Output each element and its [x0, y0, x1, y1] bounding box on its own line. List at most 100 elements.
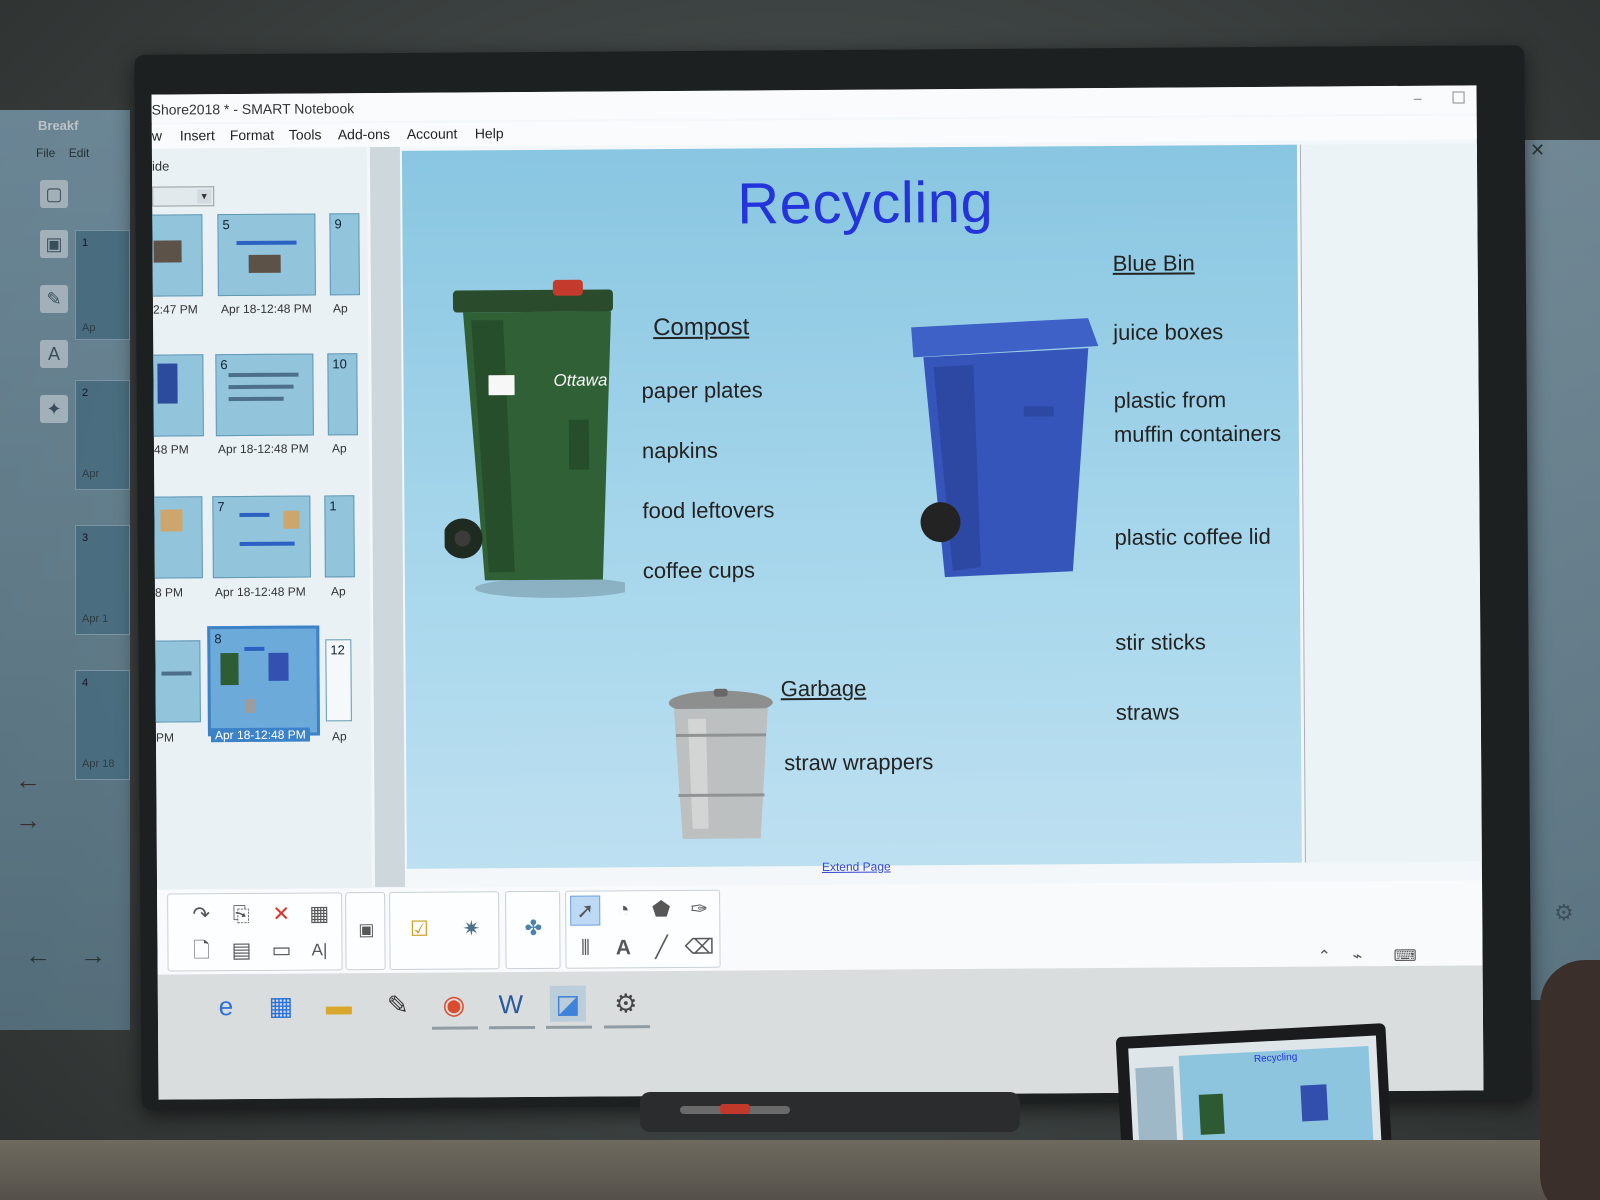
tray-chevron-up-icon[interactable]: ⌃ [1317, 946, 1331, 966]
text-icon[interactable]: A [608, 933, 638, 963]
ghost-menu-edit: Edit [68, 146, 90, 160]
right-pane [1299, 143, 1482, 863]
page-thumbnail-12[interactable]: 12 [325, 639, 352, 722]
eraser-icon[interactable]: ⌫ [684, 933, 715, 963]
explorer-icon[interactable]: ▬ [321, 987, 357, 1023]
thumbnail-date: PM [155, 730, 175, 745]
toolbar-group-addons: ✤ [505, 890, 561, 970]
screen-capture-icon[interactable]: ▣ [351, 915, 381, 945]
ghost-forward-arrow-icon: → [15, 805, 41, 835]
screen-shade-icon[interactable]: ▭ [266, 936, 296, 966]
shapes-icon[interactable]: ◔ [608, 895, 638, 925]
ghost-clip-icon: ✎ [40, 285, 68, 313]
pen-icon[interactable]: ✑ [684, 895, 714, 925]
ghost-page-icon: ▢ [40, 180, 68, 208]
page-thumbnail[interactable] [151, 354, 204, 437]
laptop-slide-title: Recycling [1253, 1051, 1298, 1065]
puzzle-icon[interactable]: ✤ [518, 914, 548, 944]
ghost-window-title: Breakf [38, 118, 79, 133]
smart-ink-icon[interactable]: ✎ [380, 987, 416, 1023]
compost-item: paper plates [641, 377, 763, 404]
ghost-next-arrow-icon: → [80, 940, 106, 970]
thumbnail-date: Apr 18-12:48 PM [214, 584, 306, 600]
menu-tools[interactable]: Tools [289, 126, 322, 142]
thumbnail-date: Ap [330, 584, 346, 599]
page-thumbnail-7[interactable]: 7 [212, 495, 311, 579]
spell-check-icon[interactable]: A| [304, 935, 334, 965]
page-thumbnail-10[interactable]: 10 [327, 353, 358, 436]
redo-icon[interactable]: ↷ [186, 900, 216, 930]
red-marker-cap [720, 1104, 750, 1114]
bin-logo: Ottawa [553, 370, 608, 390]
maximize-button[interactable] [1452, 91, 1465, 104]
sorter-dropdown[interactable]: ▼ [152, 186, 215, 207]
desk [0, 1140, 1600, 1200]
auto-hide-label[interactable]: ide [152, 159, 169, 174]
classroom-photo: Breakf File Edit 1 Ap 2 Apr 3 Apr 1 4 Ap… [0, 0, 1600, 1200]
compost-item: coffee cups [642, 557, 756, 584]
response-icon[interactable]: ☑ [404, 915, 434, 945]
ghost-date: Apr [82, 468, 100, 480]
paste-icon[interactable]: ⎘ [226, 900, 256, 930]
pen-tray [640, 1092, 1020, 1132]
page-thumbnail-5[interactable]: 5 [217, 213, 316, 297]
menu-account[interactable]: Account [407, 126, 458, 142]
save-icon[interactable]: ▤ [226, 936, 256, 966]
open-icon[interactable]: 🗋 [186, 936, 216, 966]
delete-icon[interactable]: ✕ [266, 900, 296, 930]
panel-gutter [369, 146, 406, 888]
select-icon[interactable]: ➚ [570, 895, 601, 926]
laptop-compost-bin [1198, 1093, 1225, 1135]
ghost-date: Ap [82, 322, 96, 334]
blue-bin-item: juice boxes [1113, 319, 1224, 345]
page-thumbnail[interactable] [151, 640, 201, 723]
laptop-blue-bin [1300, 1084, 1329, 1122]
page-thumbnail[interactable] [151, 214, 203, 297]
tray-keyboard-icon[interactable]: ⌨ [1393, 946, 1416, 966]
menu-format[interactable]: Format [230, 127, 274, 143]
thumbnail-date: Apr 18-12:48 PM [217, 441, 309, 457]
extend-page-link[interactable]: Extend Page [822, 859, 891, 873]
page-thumbnail-6[interactable]: 6 [215, 353, 314, 437]
line-icon[interactable]: ╱ [646, 933, 676, 963]
garbage-heading: Garbage [780, 675, 867, 702]
settings-icon[interactable]: ⚙ [608, 985, 644, 1021]
addon-icon[interactable]: ✷ [456, 914, 486, 944]
thumbnail-date: Ap [331, 441, 347, 456]
menu-help[interactable]: Help [475, 125, 504, 141]
blue-bin-item: stir sticks [1115, 629, 1206, 655]
edge-icon[interactable]: e [208, 988, 244, 1024]
thumbnail-date: Apr 18-12:48 PM [220, 301, 312, 317]
minimize-button[interactable]: – [1414, 90, 1422, 106]
thumbnail-date: 2:47 PM [152, 302, 198, 317]
magic-pen-icon[interactable]: ⫴ [570, 934, 600, 964]
page-thumbnail-9[interactable]: 9 [329, 213, 360, 296]
page-thumbnail-11[interactable]: 1 [324, 495, 355, 578]
thumbnail-date: Ap [331, 729, 347, 744]
menu-add-ons[interactable]: Add-ons [338, 126, 390, 142]
thumbnail-date: Ap [332, 301, 348, 316]
toolbar-group-response: ☑ ✷ [389, 891, 500, 970]
notebook-icon[interactable]: ◪ [549, 985, 586, 1022]
compost-item: food leftovers [642, 497, 775, 524]
blue-bin-item: plastic coffee lid [1114, 523, 1271, 550]
ghost-gear-icon: ⚙ [1554, 900, 1574, 925]
fill-icon[interactable]: ⬟ [646, 895, 676, 925]
toolbar-group-tools: ➚ ◔ ⬟ ✑ ⫴ A ╱ ⌫ [565, 889, 721, 969]
store-icon[interactable]: ▦ [263, 988, 299, 1024]
thumbnail-date-selected: Apr 18-12:48 PM [210, 727, 310, 743]
garbage-can-image [668, 688, 773, 839]
menu-view[interactable]: w [152, 128, 162, 144]
word-icon[interactable]: W [493, 986, 529, 1022]
compost-heading: Compost [653, 313, 750, 342]
garbage-item: straw wrappers [784, 749, 934, 776]
chrome-icon[interactable]: ◉ [436, 986, 472, 1022]
blue-bin-item: straws [1115, 699, 1180, 725]
menu-insert[interactable]: Insert [180, 127, 215, 143]
ghost-date: Apr 18 [82, 758, 115, 770]
blue-bin-heading: Blue Bin [1112, 250, 1195, 276]
tray-network-icon[interactable]: ⌁ [1352, 946, 1362, 966]
page-thumbnail[interactable] [151, 496, 203, 579]
page-thumbnail-8-selected[interactable]: 8 [207, 625, 320, 737]
table-icon[interactable]: ▦ [304, 899, 334, 929]
